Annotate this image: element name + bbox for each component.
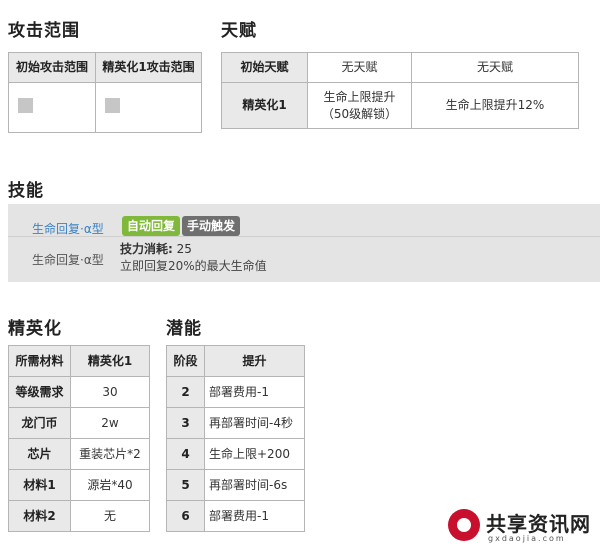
elite-cell: 无 (70, 500, 150, 532)
potential-stage: 5 (166, 469, 205, 501)
skill-description: 立即回复20%的最大生命值 (120, 259, 267, 273)
range-tile-icon (105, 97, 120, 113)
skill-cost-label: 技力消耗: (120, 242, 173, 256)
auto-recovery-badge: 自动回复 (122, 216, 181, 236)
elite-cell: 源岩*40 (70, 469, 150, 501)
elite-cell: 30 (70, 376, 150, 408)
watermark-brand: 共享资讯网 (486, 512, 591, 536)
potential-effect: 再部署时间-6s (204, 469, 305, 501)
skills-heading: 技能 (8, 181, 44, 201)
attack-range-table: 初始攻击范围 精英化1攻击范围 (8, 52, 202, 133)
manual-trigger-badge: 手动触发 (182, 216, 241, 236)
watermark-url: gxdaojia.com (488, 534, 566, 543)
talent-cell: 生命上限提升 （50级解锁） (307, 82, 412, 129)
skill-cost-value: 25 (176, 242, 192, 256)
elite-cell: 重装芯片*2 (70, 438, 150, 470)
talent-row-label: 初始天赋 (221, 52, 308, 83)
elite-cell: 2w (70, 407, 150, 439)
skill-link[interactable]: 生命回复·α型 (32, 220, 104, 237)
talent-heading: 天赋 (221, 21, 257, 41)
skill-panel (8, 204, 600, 282)
brand-logo-icon (448, 509, 480, 541)
elite-row-label: 材料2 (8, 500, 71, 532)
attack-range-initial-cell (8, 82, 96, 133)
talent-cell: 无天赋 (307, 52, 412, 83)
elite-row-label: 芯片 (8, 438, 71, 470)
potential-header: 阶段 (166, 345, 205, 377)
potential-heading: 潜能 (166, 319, 202, 339)
elite-table: 所需材料 精英化1 等级需求 30 龙门币 2w 芯片 重装芯片*2 材料1 源岩*40… (8, 345, 150, 532)
attack-range-header-elite1: 精英化1攻击范围 (95, 52, 202, 83)
talent-table: 初始天赋 无天赋 无天赋 精英化1 生命上限提升 （50级解锁） 生命上限提升1… (221, 52, 579, 129)
elite-row-label: 龙门币 (8, 407, 71, 439)
potential-effect: 部署费用-1 (204, 500, 305, 532)
potential-stage: 2 (166, 376, 205, 408)
potential-effect: 部署费用-1 (204, 376, 305, 408)
potential-header: 提升 (204, 345, 305, 377)
skill-cost: 技力消耗: 25 (120, 240, 192, 257)
talent-cell: 生命上限提升12% (411, 82, 579, 129)
potential-stage: 6 (166, 500, 205, 532)
talent-cell: 无天赋 (411, 52, 579, 83)
attack-range-header-initial: 初始攻击范围 (8, 52, 96, 83)
elite-heading: 精英化 (8, 319, 62, 339)
potential-table: 阶段 提升 2 部署费用-1 3 再部署时间-4秒 4 生命上限+200 5 再部署时间… (166, 345, 305, 532)
elite-row-label: 材料1 (8, 469, 71, 501)
attack-range-elite1-cell (95, 82, 202, 133)
elite-header: 所需材料 (8, 345, 71, 377)
potential-stage: 4 (166, 438, 205, 470)
elite-row-label: 等级需求 (8, 376, 71, 408)
range-tile-icon (18, 97, 33, 113)
talent-row-label: 精英化1 (221, 82, 308, 129)
potential-effect: 再部署时间-4秒 (204, 407, 305, 439)
potential-effect: 生命上限+200 (204, 438, 305, 470)
attack-range-heading: 攻击范围 (8, 21, 80, 41)
watermark-logo: 共享资讯网 gxdaojia.com (448, 506, 598, 546)
elite-header: 精英化1 (70, 345, 150, 377)
potential-stage: 3 (166, 407, 205, 439)
skill-name: 生命回复·α型 (32, 253, 104, 267)
